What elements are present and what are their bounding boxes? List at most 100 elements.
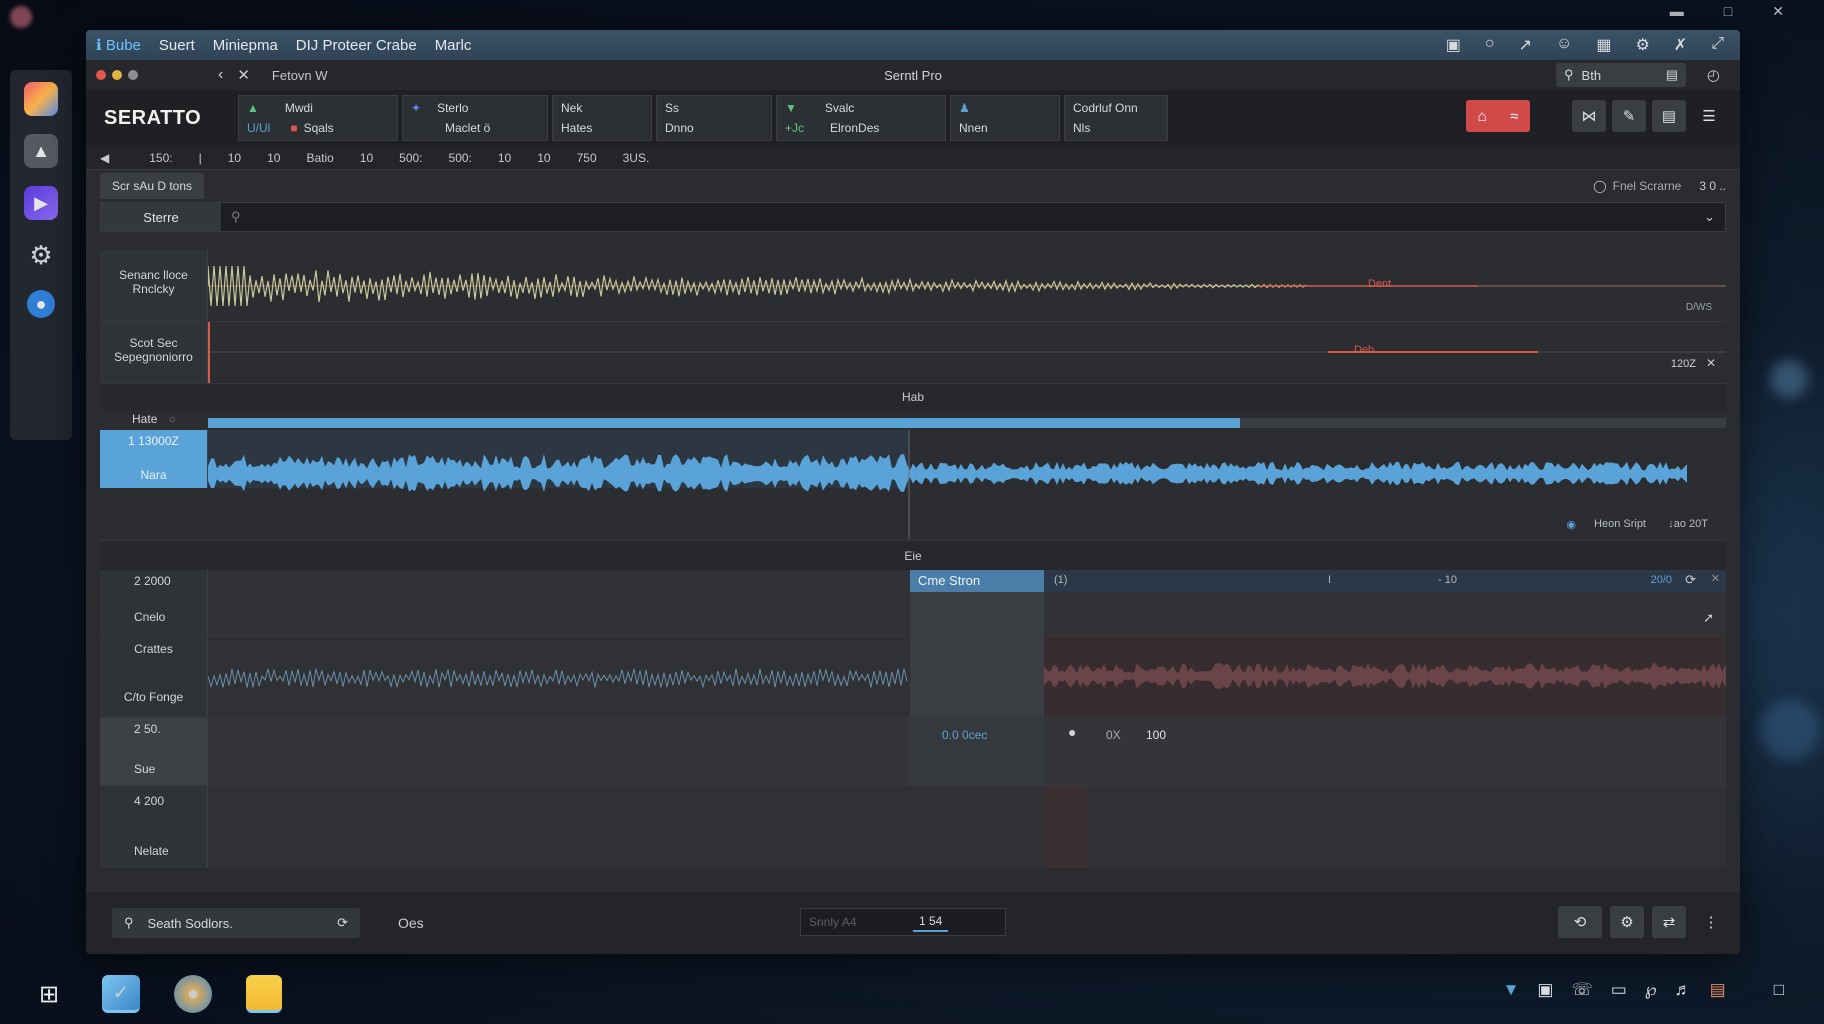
- maximize-dot[interactable]: [128, 70, 138, 80]
- remove-icon[interactable]: ✕: [1706, 356, 1716, 370]
- ruler-tick: |: [198, 150, 202, 165]
- mute-icon: ⋈: [1581, 108, 1597, 125]
- track-label: Senanc lloce Rnclcky: [100, 250, 208, 321]
- menu-item-suert[interactable]: Suert: [159, 37, 195, 54]
- toolbar-group-5[interactable]: ▼ Svalc +Jc ElronDes: [776, 95, 946, 141]
- track-marker: Deb: [1354, 344, 1375, 356]
- chat-icon[interactable]: ▣: [1446, 35, 1461, 55]
- circle-icon[interactable]: ○: [1485, 35, 1495, 55]
- chat-icon[interactable]: ▣: [1537, 980, 1553, 1000]
- menu-button[interactable]: ☰: [1692, 100, 1726, 132]
- calendar-icon[interactable]: ▦: [1596, 35, 1611, 55]
- ruler-back-icon[interactable]: ◀: [100, 151, 109, 165]
- dropdown-chevron-icon[interactable]: ⌄: [1704, 209, 1715, 225]
- track-search-input[interactable]: ⚲ ⌄: [221, 203, 1725, 231]
- close-dot[interactable]: [96, 70, 106, 80]
- refresh-icon[interactable]: ◯: [1593, 179, 1606, 193]
- toolbar-group-7[interactable]: Codrluf Onn Nls: [1064, 95, 1168, 141]
- mute-button[interactable]: ⋈: [1572, 100, 1606, 132]
- position-field[interactable]: Snnly A4 1 54: [800, 908, 1006, 936]
- window-restore-icon[interactable]: □: [1724, 3, 1732, 19]
- clip-close-icon[interactable]: ✕: [1711, 572, 1720, 585]
- bluetooth-icon[interactable]: ℘: [1645, 980, 1657, 1000]
- gear-icon[interactable]: ⚙: [1635, 35, 1649, 55]
- window-close-icon[interactable]: ✕: [1772, 3, 1784, 20]
- track-label: Hate ○: [100, 410, 208, 430]
- window-minimize-icon[interactable]: ▬: [1670, 3, 1684, 19]
- expand-icon[interactable]: ⤢: [1711, 35, 1724, 55]
- toolbar-group-6[interactable]: ♟ Nnen: [950, 95, 1060, 141]
- search-category-button[interactable]: Sterre: [101, 203, 221, 231]
- bokeh-light: [1760, 700, 1820, 760]
- tools-icon[interactable]: ✗: [1674, 35, 1687, 55]
- clip-block[interactable]: [910, 592, 1044, 635]
- windows-start-icon[interactable]: ⊞: [30, 975, 68, 1013]
- track-body[interactable]: 0.0 0cec ● 0X 100: [208, 718, 1726, 785]
- volume-icon[interactable]: ♬: [1675, 980, 1692, 1000]
- toolbar-group-1[interactable]: ▲ Mwdi U/Ul ■ Sqals: [238, 95, 398, 141]
- back-icon[interactable]: ‹: [218, 66, 223, 84]
- menu-bar: ℹ Bube Suert Miniepma DIJ Proteer Crabe …: [86, 30, 1740, 60]
- grid-button[interactable]: ⋮: [1694, 906, 1728, 938]
- file-explorer-icon[interactable]: [246, 975, 282, 1013]
- track-body[interactable]: [208, 636, 1726, 717]
- network-icon[interactable]: ▼: [1503, 980, 1520, 1000]
- browser-icon[interactable]: ●: [27, 290, 55, 318]
- toolbar-group-4[interactable]: Ss Dnno: [656, 95, 772, 141]
- clip-header[interactable]: Cme Stron: [910, 570, 1044, 592]
- section-title: Hab: [901, 390, 924, 404]
- photos-app-icon[interactable]: [24, 82, 58, 116]
- title-search-input[interactable]: ⚲ Bth ▤: [1556, 63, 1686, 87]
- menu-item-crabe[interactable]: DIJ Proteer Crabe: [296, 37, 417, 54]
- track-area: Senanc lloce Rnclcky Dent D/WS Scot Sec …: [100, 250, 1726, 890]
- toolbar-group-2[interactable]: ✦ Sterlo Maclet ö: [402, 95, 548, 141]
- track-marker: Dent: [1368, 278, 1392, 290]
- record-button[interactable]: ⌂ ≈: [1466, 100, 1530, 132]
- panel-tab[interactable]: Scr sAu D tons: [100, 173, 205, 199]
- title-bar: ‹ ✕ Fetovn W Serntl Pro ⚲ Bth ▤ ◴: [86, 60, 1740, 90]
- track-body[interactable]: Dent D/WS: [208, 250, 1726, 321]
- track-label-selected[interactable]: 1 13000Z Nara: [100, 430, 208, 488]
- track-body[interactable]: Deb 120Z ✕: [208, 322, 1726, 383]
- user-icon[interactable]: ☺: [1556, 35, 1572, 55]
- bottom-search-input[interactable]: ⚲ Seath Sodlors. ⟳: [112, 908, 360, 938]
- minimize-dot[interactable]: [112, 70, 122, 80]
- phone-icon[interactable]: ☏: [1571, 980, 1592, 1000]
- browser-taskbar-icon[interactable]: ●: [174, 975, 212, 1013]
- image-editor-icon[interactable]: ▲: [24, 134, 58, 168]
- settings-button[interactable]: ⚙: [1610, 906, 1644, 938]
- panel-header: Scr sAu D tons ◯ Fnel Scrarne 3 0 ..: [86, 170, 1740, 202]
- panel-button[interactable]: ▤: [1652, 100, 1686, 132]
- history-icon[interactable]: ◴: [1707, 66, 1720, 84]
- track-right-label: D/WS: [1685, 302, 1712, 313]
- close-icon[interactable]: ✕: [237, 66, 250, 84]
- track-body[interactable]: [208, 786, 1726, 868]
- track-body[interactable]: Cme Stron (1) I - 10 20/0 ⟳ ✕ ➚: [208, 570, 1726, 635]
- progress-track[interactable]: [208, 418, 1726, 428]
- toolbar-group-3[interactable]: Nek Hates: [552, 95, 652, 141]
- panel-right-label: Fnel Scrarne: [1612, 179, 1682, 193]
- settings-gear-icon[interactable]: ⚙: [24, 238, 58, 272]
- taskbar-app-icon[interactable]: ✓: [102, 975, 140, 1013]
- export-button[interactable]: ⇄: [1652, 906, 1686, 938]
- layout-icon[interactable]: ▤: [1666, 67, 1678, 83]
- media-player-icon[interactable]: ▶: [24, 186, 58, 220]
- menu-item-miniepma[interactable]: Miniepma: [213, 37, 278, 54]
- toggle-dot-icon[interactable]: ●: [1068, 724, 1076, 740]
- track-lane-8: 4 200 Nelate: [100, 786, 1726, 868]
- share-icon[interactable]: ↗: [1519, 35, 1532, 55]
- system-tray: ▼ ▣ ☏ ▭ ℘ ♬ ▤ □: [1503, 980, 1784, 1000]
- track-value: 1 13000Z: [128, 434, 179, 448]
- menu-item-marlc[interactable]: Marlc: [435, 37, 472, 54]
- notification-icon[interactable]: ▤: [1710, 980, 1726, 1000]
- track-body[interactable]: ◉ Heon Sript ↓ao 20T: [208, 430, 1726, 539]
- loop-icon[interactable]: ⟳: [1685, 572, 1696, 588]
- undo-button[interactable]: ⟲: [1558, 906, 1602, 938]
- pencil-icon: ✎: [1622, 108, 1636, 125]
- track-label-text: Nara: [140, 468, 167, 482]
- filter-icon[interactable]: ⟳: [337, 915, 348, 931]
- edit-button[interactable]: ✎: [1612, 100, 1646, 132]
- action-center-icon[interactable]: □: [1774, 980, 1784, 1000]
- menu-item-bube[interactable]: ℹ Bube: [96, 36, 141, 54]
- display-icon[interactable]: ▭: [1611, 980, 1627, 1000]
